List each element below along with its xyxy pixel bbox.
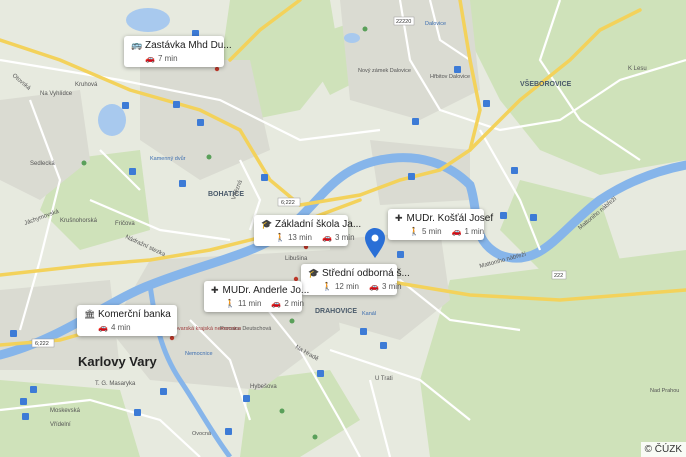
place-name: Komerční banka bbox=[98, 309, 171, 320]
bank-icon: 🏛 bbox=[84, 309, 96, 319]
svg-text:6;222: 6;222 bbox=[281, 200, 295, 206]
svg-text:222: 222 bbox=[554, 273, 563, 279]
travel-time: 3 min bbox=[334, 233, 355, 242]
street-label: Kruhová bbox=[75, 82, 98, 88]
street-label: U Trati bbox=[375, 376, 393, 382]
car-icon: 🚗 bbox=[271, 299, 282, 308]
poi-label: Nemocnice bbox=[185, 351, 213, 357]
car-icon: 🚗 bbox=[368, 282, 379, 291]
street-label: Sedlecká bbox=[30, 161, 55, 167]
street-label: Na Vyhlídce bbox=[40, 91, 73, 97]
svg-text:22220: 22220 bbox=[396, 19, 411, 25]
district-label-vseborovice: VŠEBOROVICE bbox=[520, 79, 572, 88]
place-name: Základní škola Ja... bbox=[275, 219, 362, 230]
place-card-secondary-school[interactable]: 🎓 Střední odborná š... 🚶 12 min 🚗 3 min bbox=[301, 264, 410, 295]
poi-label: Hřbitov Dalovice bbox=[430, 74, 470, 80]
school-icon: 🎓 bbox=[308, 268, 320, 278]
poi-label: Kamenný dvůr bbox=[150, 155, 186, 162]
street-label: Hybešova bbox=[250, 384, 277, 390]
car-icon: 🚗 bbox=[98, 323, 108, 332]
walk-icon: 🚶 bbox=[225, 299, 235, 308]
travel-time: 7 min bbox=[157, 54, 178, 63]
place-name: Zastávka Mhd Du... bbox=[145, 40, 232, 51]
place-name: MUDr. Košťál Josef bbox=[406, 213, 494, 224]
travel-time: 12 min bbox=[334, 282, 359, 291]
poi-label: Kanál bbox=[362, 311, 376, 317]
travel-time: 11 min bbox=[237, 299, 262, 308]
car-icon: 🚗 bbox=[145, 54, 155, 63]
medical-icon: ✚ bbox=[211, 285, 219, 295]
street-label: Libušina bbox=[285, 256, 308, 262]
street-label: Moskevská bbox=[50, 408, 81, 414]
district-label-drahovice: DRAHOVICE bbox=[315, 308, 357, 315]
travel-time: 1 min bbox=[464, 227, 485, 236]
walk-icon: 🚶 bbox=[275, 233, 285, 242]
map-copyright[interactable]: © ČÚZK bbox=[640, 442, 686, 457]
place-card-elementary-school[interactable]: 🎓 Základní škola Ja... 🚶 13 min 🚗 3 min bbox=[254, 215, 361, 246]
place-name: Střední odborná š... bbox=[322, 268, 410, 279]
medical-icon: ✚ bbox=[395, 213, 403, 223]
car-icon: 🚗 bbox=[451, 227, 462, 236]
svg-text:6;222: 6;222 bbox=[35, 341, 49, 347]
place-card-mudr-kostal[interactable]: ✚ MUDr. Košťál Josef 🚶 5 min 🚗 1 min bbox=[388, 209, 493, 240]
place-card-mudr-anderle[interactable]: ✚ MUDr. Anderle Jo... 🚶 11 min 🚗 2 min bbox=[204, 281, 309, 312]
poi-label: Dalovice bbox=[425, 21, 446, 27]
street-label: Krušnohorská bbox=[60, 218, 98, 224]
walk-icon: 🚶 bbox=[409, 227, 419, 236]
school-icon: 🎓 bbox=[261, 219, 273, 229]
travel-time: 4 min bbox=[110, 323, 131, 332]
street-label: Vřídelní bbox=[50, 422, 71, 428]
poi-label: Ovocná bbox=[192, 431, 212, 437]
walk-icon: 🚶 bbox=[322, 282, 332, 291]
poi-label: Nad Prahou bbox=[650, 388, 679, 394]
car-icon: 🚗 bbox=[321, 233, 332, 242]
place-card-bus-stop[interactable]: 🚌 Zastávka Mhd Du... 🚗 7 min bbox=[124, 36, 232, 67]
travel-time: 13 min bbox=[287, 233, 312, 242]
street-label: K Lesu bbox=[628, 66, 647, 72]
poi-label: Nový zámek Dalovice bbox=[358, 68, 411, 74]
city-label: Karlovy Vary bbox=[78, 354, 158, 369]
street-label: Fričova bbox=[115, 221, 135, 227]
travel-time: 3 min bbox=[381, 282, 402, 291]
place-name: MUDr. Anderle Jo... bbox=[222, 285, 310, 296]
place-card-komercni-banka[interactable]: 🏛 Komerční banka 🚗 4 min bbox=[77, 305, 177, 336]
travel-time: 5 min bbox=[421, 227, 442, 236]
bus-icon: 🚌 bbox=[131, 40, 143, 50]
street-label: T. G. Masaryka bbox=[95, 381, 136, 387]
travel-time: 2 min bbox=[284, 299, 304, 308]
